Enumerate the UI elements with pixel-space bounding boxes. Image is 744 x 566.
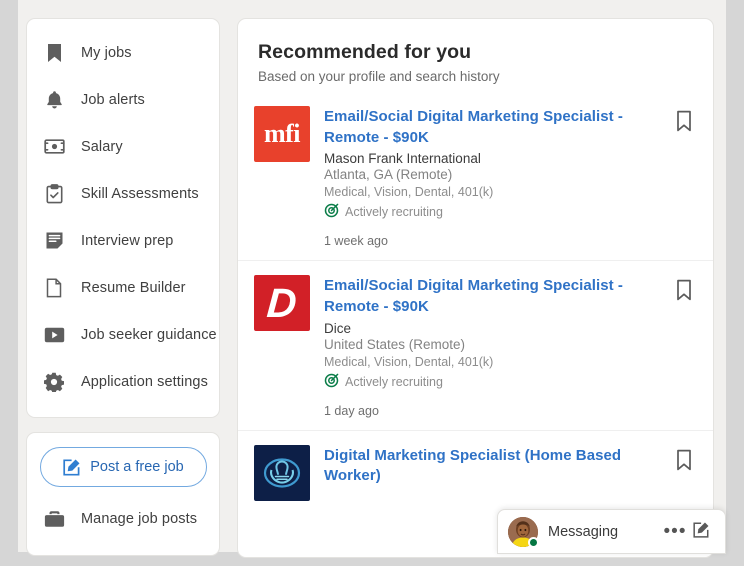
sidebar-item-my-jobs[interactable]: My jobs (27, 29, 219, 76)
video-play-icon (43, 324, 65, 346)
sidebar-item-job-alerts[interactable]: Job alerts (27, 76, 219, 123)
messaging-label: Messaging (548, 523, 619, 540)
actively-recruiting-label: Actively recruiting (345, 205, 443, 220)
job-posted-time: 1 week ago (324, 234, 388, 249)
compose-icon (62, 458, 81, 477)
bell-icon (43, 89, 65, 111)
job-title-link[interactable]: Digital Marketing Specialist (Home Based… (324, 446, 649, 487)
document-icon (43, 277, 65, 299)
sidebar-item-label: My jobs (81, 44, 132, 61)
job-benefits: Medical, Vision, Dental, 401(k) (324, 185, 494, 200)
sidebar-item-interview-prep[interactable]: Interview prep (27, 217, 219, 264)
actively-recruiting-icon (324, 373, 339, 391)
sidebar-item-job-seeker-guidance[interactable]: Job seeker guidance (27, 311, 219, 358)
sidebar-item-label: Interview prep (81, 232, 174, 249)
post-a-free-job-button[interactable]: Post a free job (39, 447, 207, 487)
job-title-link[interactable]: Email/Social Digital Marketing Specialis… (324, 107, 649, 148)
messaging-more-options-button[interactable]: ••• (662, 519, 688, 545)
gear-icon (43, 371, 65, 393)
sidebar-item-label: Job seeker guidance (81, 326, 217, 343)
job-company: Dice (324, 320, 352, 336)
job-location: Atlanta, GA (Remote) (324, 167, 453, 183)
sidebar-item-application-settings[interactable]: Application settings (27, 358, 219, 405)
save-job-button[interactable] (673, 279, 695, 303)
save-job-button[interactable] (673, 110, 695, 134)
sidebar-item-resume-builder[interactable]: Resume Builder (27, 264, 219, 311)
messaging-widget[interactable]: Messaging ••• (497, 509, 726, 554)
company-logo-dice: D (254, 275, 310, 332)
actively-recruiting-icon (324, 203, 339, 221)
job-benefits: Medical, Vision, Dental, 401(k) (324, 354, 494, 369)
page-title: Recommended for you (258, 41, 472, 63)
sidebar-item-label: Application settings (81, 373, 208, 390)
job-company: Mason Frank International (324, 151, 481, 167)
sidebar-item-salary[interactable]: Salary (27, 123, 219, 170)
job-title-link[interactable]: Email/Social Digital Marketing Specialis… (324, 276, 649, 317)
job-card[interactable]: D Email/Social Digital Marketing Special… (238, 260, 713, 429)
post-a-free-job-label: Post a free job (90, 459, 184, 475)
money-icon (43, 136, 65, 158)
company-logo-text: D (265, 279, 299, 326)
allstate-good-hands-icon (263, 458, 301, 488)
company-logo-allstate (254, 444, 310, 501)
company-logo-text: mfi (263, 119, 301, 148)
sidebar-nav-panel: My jobs Job alerts Salary Skill Assessme… (26, 18, 220, 418)
page-subtitle: Based on your profile and search history (258, 69, 500, 84)
job-posted-time: 1 day ago (324, 403, 379, 418)
compose-icon (692, 521, 710, 542)
sidebar-item-label: Manage job posts (81, 511, 198, 527)
sidebar-item-manage-job-posts[interactable]: Manage job posts (27, 497, 219, 541)
job-recruiting-status: Actively recruiting (324, 373, 695, 391)
job-card[interactable]: mfi Email/Social Digital Marketing Speci… (238, 92, 713, 260)
company-logo-mfi: mfi (254, 106, 310, 162)
viewport: My jobs Job alerts Salary Skill Assessme… (0, 0, 744, 566)
presence-indicator-online (528, 536, 539, 548)
sidebar-item-label: Job alerts (81, 91, 145, 108)
recommended-jobs-panel: Recommended for you Based on your profil… (237, 18, 714, 558)
save-job-button[interactable] (673, 449, 695, 473)
actively-recruiting-label: Actively recruiting (345, 374, 443, 389)
sidebar-item-label: Resume Builder (81, 279, 186, 296)
job-card[interactable]: Digital Marketing Specialist (Home Based… (238, 429, 713, 513)
sidebar-item-label: Salary (81, 138, 123, 155)
clipboard-check-icon (43, 183, 65, 205)
sidebar: My jobs Job alerts Salary Skill Assessme… (26, 18, 220, 556)
job-location: United States (Remote) (324, 336, 466, 352)
messaging-compose-button[interactable] (688, 519, 714, 545)
avatar[interactable] (508, 516, 539, 548)
bookmark-icon (43, 42, 65, 64)
ellipsis-icon: ••• (663, 520, 687, 542)
post-job-panel: Post a free job Manage job posts (26, 432, 220, 556)
job-recruiting-status: Actively recruiting (324, 203, 695, 221)
sidebar-item-label: Skill Assessments (81, 185, 199, 202)
notes-icon (43, 230, 65, 252)
briefcase-icon (43, 508, 65, 530)
sidebar-item-skill-assessments[interactable]: Skill Assessments (27, 170, 219, 217)
panel-header: Recommended for you Based on your profil… (238, 19, 713, 92)
